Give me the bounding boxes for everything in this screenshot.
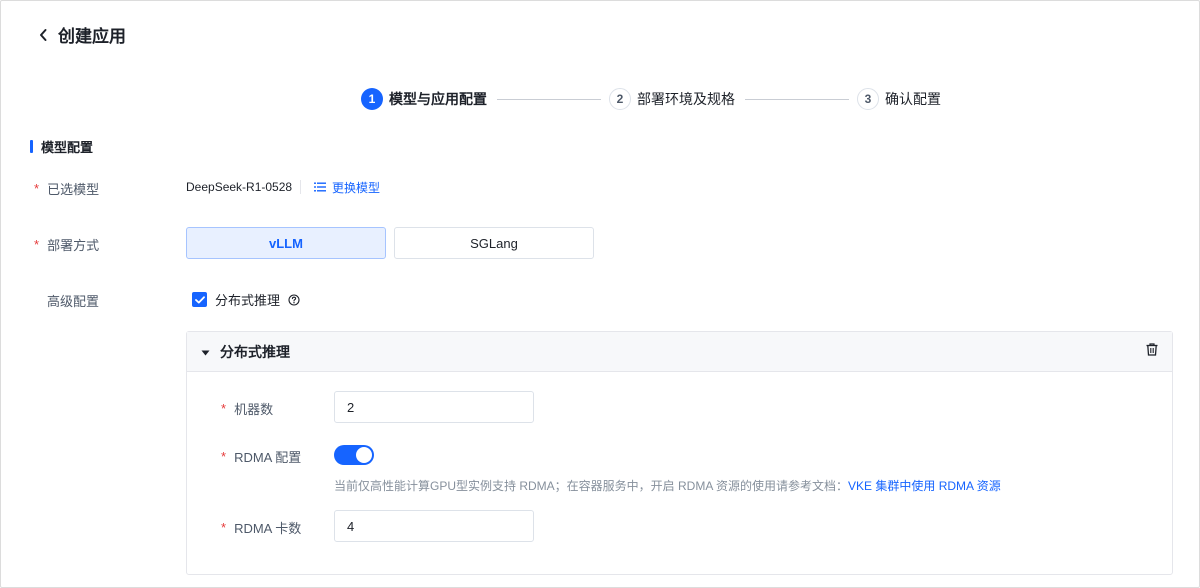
machines-label: 机器数 <box>234 402 274 417</box>
panel-title: 分布式推理 <box>220 343 290 360</box>
step-label: 部署环境及规格 <box>637 91 735 107</box>
machines-input[interactable] <box>334 391 534 423</box>
panel-header[interactable]: 分布式推理 <box>187 332 1172 372</box>
required-mark: * <box>221 520 227 535</box>
required-mark: * <box>221 449 227 464</box>
toggle-knob <box>356 447 372 463</box>
advanced-label: 高级配置 <box>47 294 100 309</box>
divider <box>300 180 301 194</box>
deploy-field-label: * 部署方式 <box>34 235 99 254</box>
page-title: 创建应用 <box>58 27 126 46</box>
step-label: 确认配置 <box>885 91 941 107</box>
section-accent-bar <box>30 140 33 153</box>
rdma-hint-text: 当前仅高性能计算GPU型实例支持 RDMA；在容器服务中，开启 RDMA 资源的… <box>334 479 849 493</box>
required-mark: * <box>221 401 227 416</box>
step-connector <box>497 98 601 100</box>
required-mark: * <box>34 237 40 252</box>
deploy-option-sglang[interactable]: SGLang <box>394 227 594 259</box>
question-circle-icon[interactable] <box>288 293 300 306</box>
stepper: 1 模型与应用配置 2 部署环境及规格 3 确认配置 <box>361 88 941 110</box>
machines-field-label: * 机器数 <box>221 399 273 418</box>
rdma-field-label: * RDMA 配置 <box>221 447 301 466</box>
step-label: 模型与应用配置 <box>389 91 487 107</box>
step-connector <box>745 98 849 100</box>
rdma-doc-link[interactable]: VKE 集群中使用 RDMA 资源 <box>848 479 1001 493</box>
required-mark: * <box>34 181 40 196</box>
step-1: 1 模型与应用配置 <box>361 88 487 110</box>
rdma-cards-label: RDMA 卡数 <box>234 521 302 536</box>
rdma-toggle[interactable] <box>334 445 374 465</box>
rdma-cards-input[interactable] <box>334 510 534 542</box>
step-number: 2 <box>609 88 631 110</box>
deploy-option-vllm[interactable]: vLLM <box>186 227 386 259</box>
distributed-checkbox[interactable] <box>192 292 207 307</box>
list-icon <box>314 181 326 195</box>
step-number: 1 <box>361 88 383 110</box>
model-field-label: * 已选模型 <box>34 179 99 198</box>
rdma-label: RDMA 配置 <box>234 450 302 465</box>
caret-down-icon[interactable] <box>201 343 210 361</box>
step-2: 2 部署环境及规格 <box>609 88 735 110</box>
rdma-cards-field-label: * RDMA 卡数 <box>221 518 301 537</box>
chevron-left-icon[interactable] <box>38 28 48 42</box>
back-button[interactable]: 创建应用 <box>38 22 126 47</box>
step-number: 3 <box>857 88 879 110</box>
distributed-checkbox-label[interactable]: 分布式推理 <box>215 290 280 309</box>
trash-icon[interactable] <box>1146 342 1158 361</box>
selected-model-value: DeepSeek-R1-0528 <box>186 180 293 194</box>
advanced-field-label: 高级配置 <box>47 291 99 310</box>
deploy-label: 部署方式 <box>47 238 100 253</box>
rdma-hint: 当前仅高性能计算GPU型实例支持 RDMA；在容器服务中，开启 RDMA 资源的… <box>334 477 1001 494</box>
check-icon <box>194 295 205 303</box>
model-label: 已选模型 <box>47 182 100 197</box>
change-model-button[interactable]: 更换模型 <box>314 179 380 196</box>
section-header: 模型配置 <box>30 137 93 156</box>
distributed-checkbox-row: 分布式推理 <box>192 290 300 309</box>
change-model-label: 更换模型 <box>332 181 381 195</box>
step-3: 3 确认配置 <box>857 88 941 110</box>
section-title: 模型配置 <box>41 140 94 155</box>
